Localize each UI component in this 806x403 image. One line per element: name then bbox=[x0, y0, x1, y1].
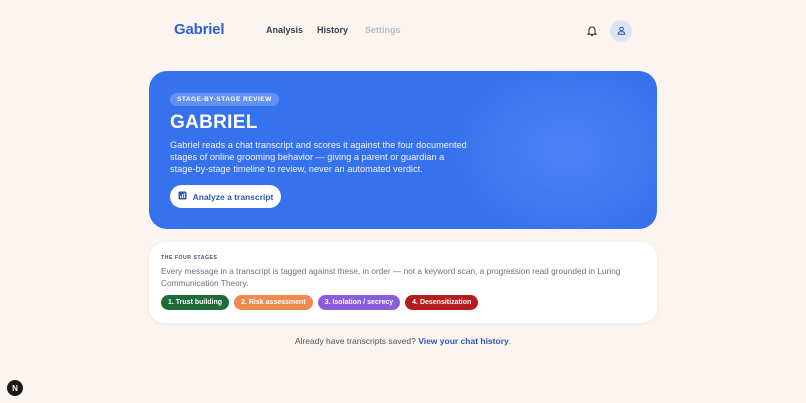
hero-description: Gabriel reads a chat transcript and scor… bbox=[170, 140, 467, 174]
card-label: THE FOUR STAGES bbox=[161, 255, 218, 261]
user-icon bbox=[617, 22, 626, 40]
stage-chip-trust-building: 1. Trust building bbox=[161, 295, 230, 310]
stage-chip-risk-assessment: 2. Risk assessment bbox=[234, 295, 313, 310]
bell-icon[interactable] bbox=[584, 23, 600, 39]
card-description: Every message in a transcript is tagged … bbox=[161, 266, 621, 288]
framework-badge[interactable]: N bbox=[7, 380, 23, 396]
chart-icon bbox=[178, 191, 187, 202]
nav-history[interactable]: History bbox=[317, 25, 348, 35]
history-prompt-text: Already have transcripts saved? bbox=[294, 336, 416, 346]
stage-chip-isolation-secrecy: 3. Isolation / secrecy bbox=[317, 295, 401, 310]
hero-glow bbox=[437, 71, 657, 229]
top-navigation-bar: Gabriel Analysis History Settings bbox=[0, 0, 806, 62]
user-avatar-button[interactable] bbox=[610, 20, 632, 42]
four-stages-card: THE FOUR STAGES Every message in a trans… bbox=[149, 242, 657, 323]
history-prompt-period: . bbox=[508, 336, 512, 346]
hero-banner: STAGE-BY-STAGE REVIEW GABRIEL Gabriel re… bbox=[149, 71, 657, 229]
chat-history-link[interactable]: View your chat history bbox=[418, 336, 509, 346]
history-prompt: Already have transcripts saved? View you… bbox=[0, 336, 806, 346]
brand-logo[interactable]: Gabriel bbox=[174, 21, 224, 38]
nav-settings[interactable]: Settings bbox=[365, 25, 401, 35]
stage-chips: 1. Trust building 2. Risk assessment 3. … bbox=[161, 295, 479, 310]
analyze-transcript-label: Analyze a transcript bbox=[192, 191, 274, 202]
hero-pill: STAGE-BY-STAGE REVIEW bbox=[170, 93, 279, 106]
hero-title: GABRIEL bbox=[170, 112, 258, 133]
analyze-transcript-button[interactable]: Analyze a transcript bbox=[170, 185, 281, 208]
stage-chip-desensitization: 4. Desensitization bbox=[405, 295, 479, 310]
nav-analysis[interactable]: Analysis bbox=[266, 25, 303, 35]
